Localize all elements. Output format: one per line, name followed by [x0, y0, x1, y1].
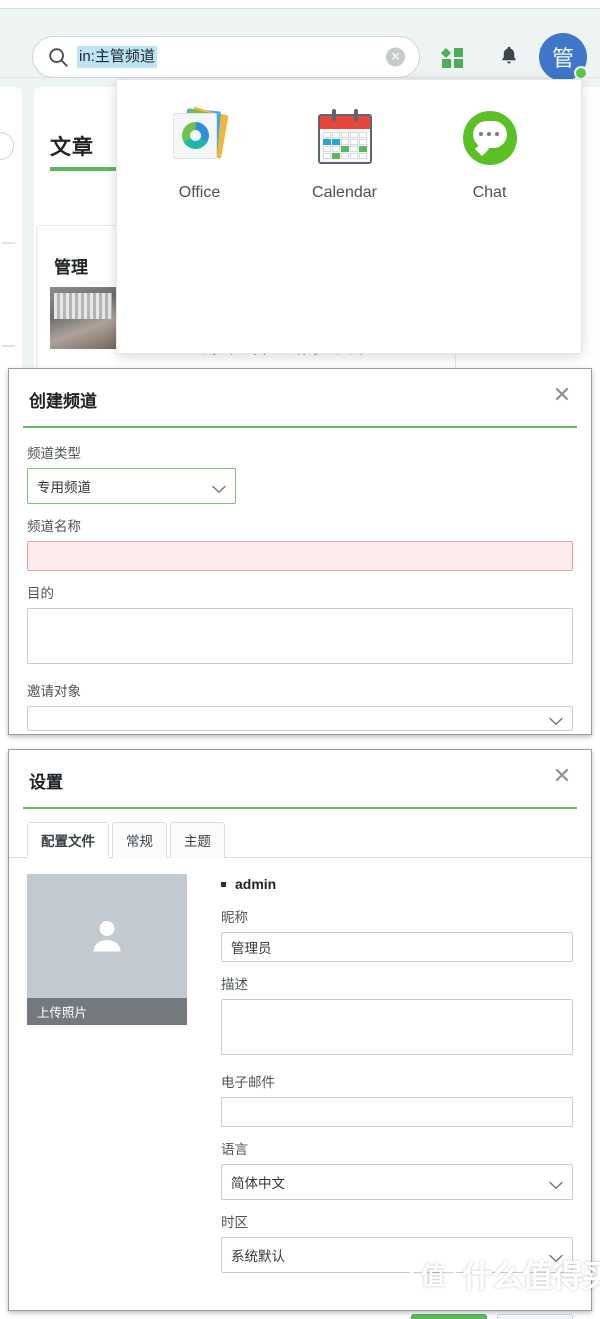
launcher-app-calendar[interactable]: Calendar — [272, 108, 417, 202]
field-email: 电子邮件 — [221, 1071, 573, 1127]
channel-type-select[interactable]: 专用频道 — [27, 468, 236, 504]
app-launcher-grid-icon[interactable] — [441, 47, 465, 69]
launcher-app-label: Calendar — [312, 184, 377, 201]
settings-cancel-button[interactable]: 取消 — [497, 1314, 573, 1319]
search-input-value: in:主管频道 — [77, 45, 157, 69]
create-channel-body: 频道类型 专用频道 频道名称 目的 邀请对象 — [9, 428, 591, 752]
description-label: 描述 — [221, 977, 248, 992]
upload-photo-button[interactable]: 上传照片 — [27, 998, 187, 1025]
language-value: 简体中文 — [231, 1176, 285, 1191]
user-avatar[interactable]: 管 — [539, 33, 588, 81]
nickname-input[interactable] — [221, 932, 573, 962]
channel-name-label: 频道名称 — [27, 519, 81, 534]
language-select[interactable]: 简体中文 — [221, 1164, 573, 1200]
profile-avatar-preview — [27, 874, 187, 998]
person-icon — [87, 916, 127, 961]
settings-actions: 保存 取消 — [9, 1284, 591, 1319]
close-icon[interactable]: ✕ — [549, 383, 575, 409]
timezone-select[interactable]: 系统默认 — [221, 1237, 573, 1273]
description-textarea[interactable] — [221, 999, 573, 1055]
launcher-app-label: Chat — [472, 184, 507, 201]
tab-theme[interactable]: 主题 — [170, 822, 225, 858]
profile-fields-column: admin 昵称 描述 电子邮件 语言 简体中文 — [187, 874, 573, 1284]
calendar-icon — [314, 108, 376, 170]
profile-username-value: admin — [235, 876, 277, 892]
field-purpose: 目的 — [27, 582, 573, 669]
launcher-app-label: Office — [178, 184, 221, 201]
search-clear-icon[interactable]: ✕ — [386, 47, 405, 67]
chevron-down-icon — [549, 1251, 563, 1262]
channel-type-value: 专用频道 — [37, 480, 91, 495]
screenshot-root: 文章 管理 测试公告、新闻、文章 in:主管频道 ✕ — [0, 0, 600, 1319]
notifications-bell-icon[interactable] — [498, 43, 520, 69]
purpose-textarea[interactable] — [27, 608, 573, 664]
create-channel-header: 创建频道 ✕ — [9, 369, 591, 422]
invitees-label: 邀请对象 — [27, 684, 81, 699]
chat-icon — [459, 108, 521, 170]
launcher-app-office[interactable]: Office — [127, 106, 272, 202]
field-timezone: 时区 系统默认 — [221, 1211, 573, 1273]
nickname-label: 昵称 — [221, 910, 248, 925]
field-channel-type: 频道类型 专用频道 — [27, 442, 573, 504]
app-top-bar: in:主管频道 ✕ 管 — [0, 9, 600, 81]
field-nickname: 昵称 — [221, 906, 573, 962]
invitees-select[interactable] — [27, 706, 573, 731]
close-icon[interactable]: ✕ — [549, 764, 575, 790]
background-section-title: 文章 — [50, 136, 94, 159]
settings-body: 上传照片 admin 昵称 描述 电子邮件 — [9, 858, 591, 1284]
app-launcher-popup: Office Calendar Chat — [116, 79, 582, 354]
search-input[interactable]: in:主管频道 ✕ — [32, 36, 420, 78]
settings-header: 设置 ✕ — [9, 750, 591, 803]
channel-name-input[interactable] — [27, 541, 573, 571]
office-icon — [169, 106, 231, 170]
create-channel-title: 创建频道 — [29, 392, 97, 411]
chevron-down-icon — [549, 714, 563, 726]
chevron-down-icon — [212, 482, 226, 493]
field-language: 语言 简体中文 — [221, 1138, 573, 1200]
create-channel-dialog: 创建频道 ✕ 频道类型 专用频道 频道名称 目的 邀请对象 — [8, 368, 592, 812]
timezone-label: 时区 — [221, 1215, 248, 1230]
timezone-value: 系统默认 — [231, 1249, 285, 1264]
purpose-label: 目的 — [27, 586, 54, 601]
chevron-down-icon — [549, 1178, 563, 1189]
search-icon — [47, 46, 69, 68]
channel-type-label: 频道类型 — [27, 446, 81, 461]
background-card-title: 管理 — [54, 258, 88, 277]
settings-save-button[interactable]: 保存 — [411, 1314, 487, 1319]
field-invitees: 邀请对象 — [27, 680, 573, 731]
background-rail-divider — [2, 242, 15, 244]
background-left-rail — [0, 87, 22, 368]
background-rail-divider — [2, 345, 15, 347]
avatar-online-status-dot — [574, 66, 588, 80]
field-channel-name: 频道名称 — [27, 515, 573, 571]
email-label: 电子邮件 — [221, 1075, 275, 1090]
settings-dialog: 设置 ✕ 配置文件 常规 主题 上传照片 admin 昵称 管理员 描述 电子邮… — [8, 749, 592, 1319]
window-top-strip — [0, 0, 600, 9]
settings-tabs: 配置文件 常规 主题 — [9, 809, 591, 858]
profile-username: admin — [221, 876, 573, 892]
bullet-icon — [221, 881, 226, 887]
field-description: 描述 — [221, 973, 573, 1060]
launcher-app-chat[interactable]: Chat — [417, 108, 562, 202]
email-input[interactable] — [221, 1097, 573, 1127]
tab-general[interactable]: 常规 — [112, 822, 167, 858]
background-rail-circle-icon — [0, 132, 14, 160]
tab-profile[interactable]: 配置文件 — [27, 822, 109, 858]
language-label: 语言 — [221, 1142, 248, 1157]
top-section: 文章 管理 测试公告、新闻、文章 in:主管频道 ✕ — [0, 0, 600, 368]
profile-avatar-column: 上传照片 — [27, 874, 187, 1284]
settings-title: 设置 — [29, 773, 63, 792]
